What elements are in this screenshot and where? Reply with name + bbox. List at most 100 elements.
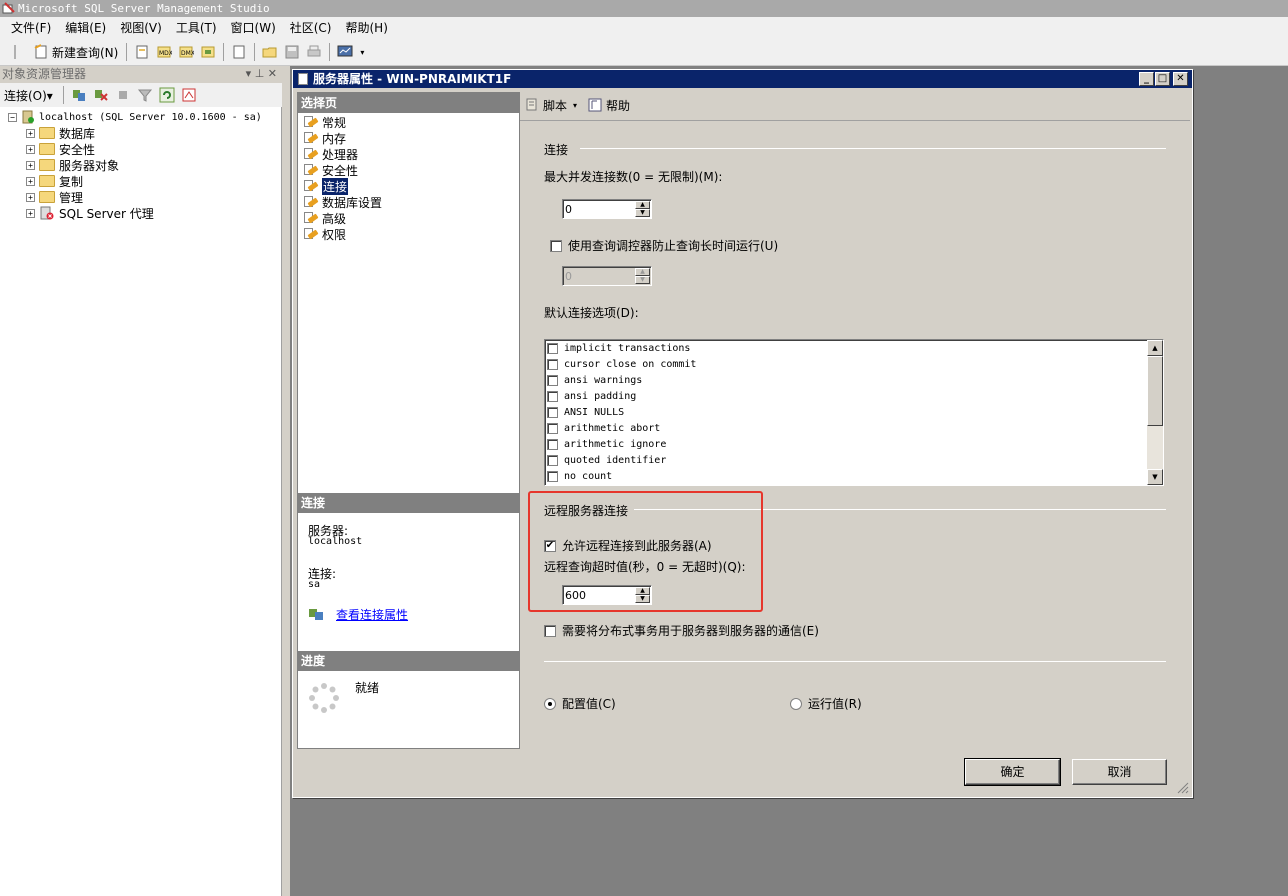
server-value: localhost	[308, 536, 363, 547]
toolbar-overflow-icon[interactable]: ▾	[358, 43, 366, 61]
refresh-icon[interactable]	[158, 86, 176, 104]
page-security[interactable]: 安全性	[304, 162, 358, 178]
option-checkbox[interactable]	[547, 454, 558, 466]
new-file-icon[interactable]	[133, 43, 151, 61]
panel-splitter[interactable]	[282, 66, 290, 896]
scrollbar-thumb[interactable]	[1147, 356, 1163, 426]
tree-item-sql-agent[interactable]: + SQL Server 代理	[0, 205, 282, 221]
menu-tools[interactable]: 工具(T)	[169, 17, 224, 39]
minimize-button[interactable]: _	[1139, 72, 1154, 86]
scroll-down-icon[interactable]: ▼	[1147, 469, 1163, 485]
spin-buttons[interactable]: ▲ ▼	[635, 201, 650, 217]
page-memory[interactable]: 内存	[304, 130, 346, 146]
ok-button[interactable]: 确定	[964, 758, 1061, 786]
options-scrollbar[interactable]: ▲ ▼	[1147, 340, 1163, 485]
list-item[interactable]: ANSI NULLS	[545, 404, 1163, 420]
tree-item-replication[interactable]: + 复制	[0, 173, 282, 189]
expand-icon[interactable]: +	[26, 176, 35, 186]
list-item[interactable]: arithmetic abort	[545, 420, 1163, 436]
expand-icon[interactable]: +	[26, 160, 35, 170]
expand-icon[interactable]: +	[26, 192, 35, 202]
list-item[interactable]: cursor close on commit	[545, 356, 1163, 372]
use-governor-row[interactable]: 使用查询调控器防止查询长时间运行(U)	[550, 237, 778, 254]
menu-view[interactable]: 视图(V)	[113, 17, 169, 39]
distributed-transactions-checkbox[interactable]	[544, 624, 556, 637]
folder-icon	[39, 143, 55, 155]
server-node[interactable]: − localhost (SQL Server 10.0.1600 - sa)	[0, 109, 282, 125]
tree-item-management[interactable]: + 管理	[0, 189, 282, 205]
option-checkbox[interactable]	[547, 470, 558, 482]
option-checkbox[interactable]	[547, 422, 558, 434]
disconnect-icon[interactable]	[92, 86, 110, 104]
menu-help[interactable]: 帮助(H)	[339, 17, 395, 39]
close-button[interactable]: ✕	[1173, 72, 1188, 86]
filter-icon[interactable]	[136, 86, 154, 104]
running-values-radio[interactable]: 运行值(R)	[790, 695, 862, 712]
open-file-icon[interactable]	[261, 43, 279, 61]
max-connections-stepper[interactable]: 0 ▲ ▼	[562, 199, 652, 219]
activity-monitor-icon[interactable]	[336, 43, 354, 61]
cancel-button[interactable]: 取消	[1072, 759, 1167, 785]
mdx-query-icon[interactable]: MDX	[155, 43, 173, 61]
progress-spinner-icon	[308, 682, 340, 714]
menu-community[interactable]: 社区(C)	[283, 17, 339, 39]
configured-values-radio[interactable]: 配置值(C)	[544, 695, 616, 712]
stop-icon[interactable]	[114, 86, 132, 104]
default-connection-options-list[interactable]: implicit transactions cursor close on co…	[544, 339, 1164, 486]
print-icon[interactable]	[305, 43, 323, 61]
script-button[interactable]: 脚本 ▾	[524, 97, 577, 114]
menu-file[interactable]: 文件(F)	[4, 17, 58, 39]
option-checkbox[interactable]	[547, 438, 558, 450]
dmx-query-icon[interactable]: DMX	[177, 43, 195, 61]
page-permissions[interactable]: 权限	[304, 226, 346, 242]
xmla-query-icon[interactable]	[199, 43, 217, 61]
menu-window[interactable]: 窗口(W)	[224, 17, 283, 39]
tree-item-security[interactable]: + 安全性	[0, 141, 282, 157]
page-icon	[304, 211, 319, 225]
tree-item-databases[interactable]: + 数据库	[0, 125, 282, 141]
list-item[interactable]: implicit transactions	[545, 340, 1163, 356]
option-checkbox[interactable]	[547, 406, 558, 418]
maximize-button[interactable]: □	[1155, 72, 1170, 86]
group-divider	[544, 661, 1166, 662]
page-advanced[interactable]: 高级	[304, 210, 346, 226]
new-query-button[interactable]: 新建查询(N)	[26, 43, 122, 61]
activity-report-icon[interactable]	[180, 86, 198, 104]
use-governor-checkbox[interactable]	[550, 239, 562, 252]
add-item-icon[interactable]	[230, 43, 248, 61]
page-processors[interactable]: 处理器	[304, 146, 358, 162]
page-database-settings[interactable]: 数据库设置	[304, 194, 382, 210]
scroll-up-icon[interactable]: ▲	[1147, 340, 1163, 356]
save-icon[interactable]	[283, 43, 301, 61]
page-general[interactable]: 常规	[304, 114, 346, 130]
radio-button[interactable]	[544, 697, 556, 710]
option-checkbox[interactable]	[547, 374, 558, 386]
dialog-title: 服务器属性 - WIN-PNRAIMIKT1F	[313, 72, 512, 86]
list-item[interactable]: no count	[545, 468, 1163, 484]
panel-window-controls[interactable]: ▾ ⊥ ✕	[246, 67, 277, 80]
script-label: 脚本	[543, 98, 568, 113]
option-checkbox[interactable]	[547, 358, 558, 370]
select-page-header: 选择页	[298, 93, 519, 113]
menu-edit[interactable]: 编辑(E)	[58, 17, 113, 39]
tree-item-server-objects[interactable]: + 服务器对象	[0, 157, 282, 173]
view-connection-properties-link[interactable]: 查看连接属性	[336, 606, 408, 623]
connect-object-explorer-icon[interactable]	[70, 86, 88, 104]
select-page-panel: 选择页 常规 内存 处理器 安全性 连接 数据库设置 高级 权限 连接 服务器:…	[297, 92, 520, 749]
list-item[interactable]: ansi warnings	[545, 372, 1163, 388]
expand-icon[interactable]: +	[26, 144, 35, 154]
page-connections[interactable]: 连接	[304, 177, 349, 195]
option-checkbox[interactable]	[547, 390, 558, 402]
list-item[interactable]: quoted identifier	[545, 452, 1163, 468]
option-checkbox[interactable]	[547, 342, 558, 354]
list-item[interactable]: arithmetic ignore	[545, 436, 1163, 452]
connect-dropdown[interactable]: 连接(O)▾	[4, 87, 53, 104]
resize-grip-icon[interactable]	[1177, 782, 1189, 794]
radio-button[interactable]	[790, 697, 802, 710]
collapse-icon[interactable]: −	[8, 112, 17, 122]
help-button[interactable]: 帮助	[587, 97, 630, 114]
expand-icon[interactable]: +	[26, 128, 35, 138]
distributed-transactions-row[interactable]: 需要将分布式事务用于服务器到服务器的通信(E)	[544, 622, 819, 639]
list-item[interactable]: ansi padding	[545, 388, 1163, 404]
expand-icon[interactable]: +	[26, 208, 35, 218]
